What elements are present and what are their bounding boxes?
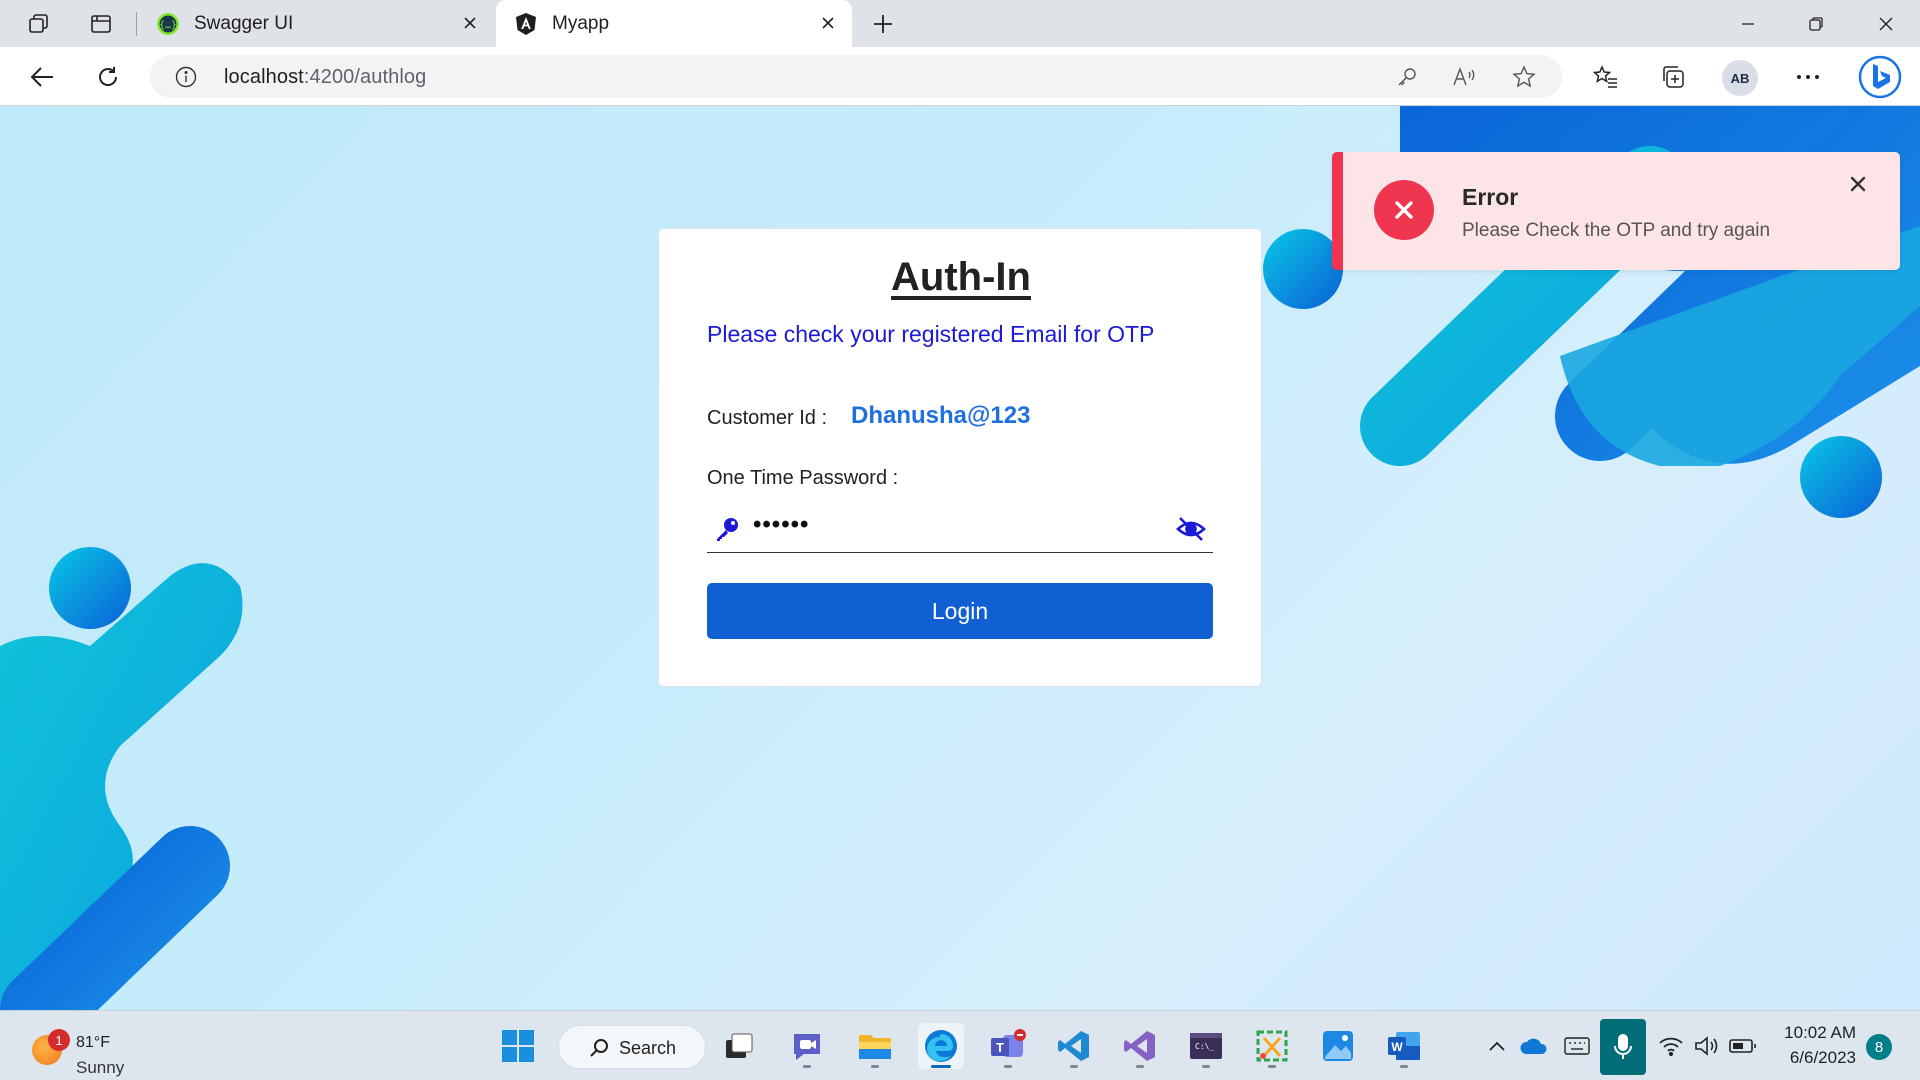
search-label: Search	[619, 1038, 677, 1058]
otp-label: One Time Password :	[707, 467, 899, 489]
svg-text:W: W	[1391, 1040, 1403, 1054]
tab-myapp[interactable]: Myapp	[496, 0, 852, 47]
clock-time[interactable]: 10:02 AM	[1772, 1023, 1856, 1043]
volume-icon[interactable]	[1692, 1031, 1722, 1061]
chat-icon[interactable]	[784, 1023, 830, 1069]
tab-actions-icon[interactable]	[84, 8, 118, 40]
refresh-button[interactable]	[90, 59, 126, 95]
weather-badge: 1	[48, 1029, 70, 1051]
notification-badge[interactable]: 8	[1866, 1034, 1892, 1060]
site-info-icon[interactable]	[174, 65, 198, 89]
auth-card: Auth-In Please check your registered Ema…	[658, 228, 1262, 687]
browser-toolbar: localhost:4200/authlog AB	[0, 47, 1920, 106]
swagger-icon: {…}	[156, 12, 180, 36]
minimize-button[interactable]	[1714, 0, 1782, 47]
error-toast: Error Please Check the OTP and try again	[1332, 152, 1900, 270]
weather-widget[interactable]: 1 81°F Sunny	[30, 1021, 160, 1077]
chevron-up-icon[interactable]	[1482, 1031, 1512, 1061]
onedrive-icon[interactable]	[1519, 1031, 1549, 1061]
svg-text:C:\_: C:\_	[1195, 1042, 1214, 1051]
microphone-icon[interactable]	[1600, 1019, 1646, 1075]
photos-icon[interactable]	[1315, 1023, 1361, 1069]
otp-value[interactable]: ••••••	[753, 511, 809, 539]
task-view-icon[interactable]	[716, 1023, 762, 1069]
teams-icon[interactable]: T	[985, 1023, 1031, 1069]
close-icon[interactable]	[1846, 172, 1870, 196]
otp-instruction: Please check your registered Email for O…	[707, 321, 1155, 347]
battery-icon[interactable]	[1728, 1031, 1758, 1061]
word-icon[interactable]: W	[1381, 1023, 1427, 1069]
taskbar: 1 81°F Sunny Search T C:\_ W 10:02 AM 6/…	[0, 1010, 1920, 1080]
close-window-button[interactable]	[1852, 0, 1920, 47]
weather-condition: Sunny	[76, 1058, 125, 1077]
close-tab-icon[interactable]	[458, 11, 482, 35]
snipping-tool-icon[interactable]	[1249, 1023, 1295, 1069]
edge-browser-icon[interactable]	[918, 1023, 964, 1069]
wifi-icon[interactable]	[1656, 1031, 1686, 1061]
svg-text:{…}: {…}	[159, 20, 177, 31]
password-key-icon[interactable]	[1394, 64, 1420, 90]
angular-icon	[514, 12, 538, 36]
terminal-icon[interactable]: C:\_	[1183, 1023, 1229, 1069]
file-explorer-icon[interactable]	[852, 1023, 898, 1069]
toggle-visibility-icon[interactable]	[1175, 515, 1207, 543]
error-icon	[1374, 180, 1434, 240]
browser-tab-strip: {…} Swagger UI Myapp	[0, 0, 1920, 47]
page-content: Auth-In Please check your registered Ema…	[0, 106, 1920, 1010]
weather-temperature: 81°F	[76, 1034, 110, 1051]
bing-copilot-icon[interactable]	[1858, 55, 1902, 99]
new-tab-button[interactable]	[866, 8, 900, 40]
taskbar-search[interactable]: Search	[558, 1025, 706, 1069]
url-text: localhost:4200/authlog	[224, 66, 427, 88]
keyboard-icon[interactable]	[1562, 1031, 1592, 1061]
back-button[interactable]	[24, 59, 60, 95]
customer-id-label: Customer Id :	[707, 407, 828, 429]
toast-title: Error	[1462, 184, 1519, 210]
vscode-icon[interactable]	[1051, 1023, 1097, 1069]
page-title: Auth-In	[891, 255, 1031, 299]
tab-title: Swagger UI	[194, 12, 294, 34]
clock-date[interactable]: 6/6/2023	[1772, 1048, 1856, 1068]
address-bar[interactable]: localhost:4200/authlog	[150, 55, 1562, 98]
svg-text:T: T	[996, 1040, 1004, 1055]
search-icon	[589, 1038, 609, 1058]
favorite-star-icon[interactable]	[1511, 64, 1537, 90]
collections-icon[interactable]	[1655, 59, 1691, 95]
toast-message: Please Check the OTP and try again	[1462, 220, 1771, 241]
otp-input[interactable]: ••••••	[707, 507, 1213, 553]
login-button[interactable]: Login	[707, 583, 1213, 639]
customer-id-value: Dhanusha@123	[851, 402, 1031, 429]
visual-studio-icon[interactable]	[1117, 1023, 1163, 1069]
start-button[interactable]	[495, 1023, 541, 1069]
tab-swagger-ui[interactable]: {…} Swagger UI	[138, 0, 494, 47]
more-options-icon[interactable]	[1790, 59, 1826, 95]
key-icon	[713, 515, 741, 543]
restore-button[interactable]	[1782, 0, 1850, 47]
profile-avatar[interactable]: AB	[1722, 60, 1758, 96]
tab-title: Myapp	[552, 12, 610, 34]
close-tab-icon[interactable]	[816, 11, 840, 35]
favorites-icon[interactable]	[1588, 59, 1624, 95]
workspaces-icon[interactable]	[22, 8, 56, 40]
read-aloud-icon[interactable]	[1452, 64, 1478, 90]
